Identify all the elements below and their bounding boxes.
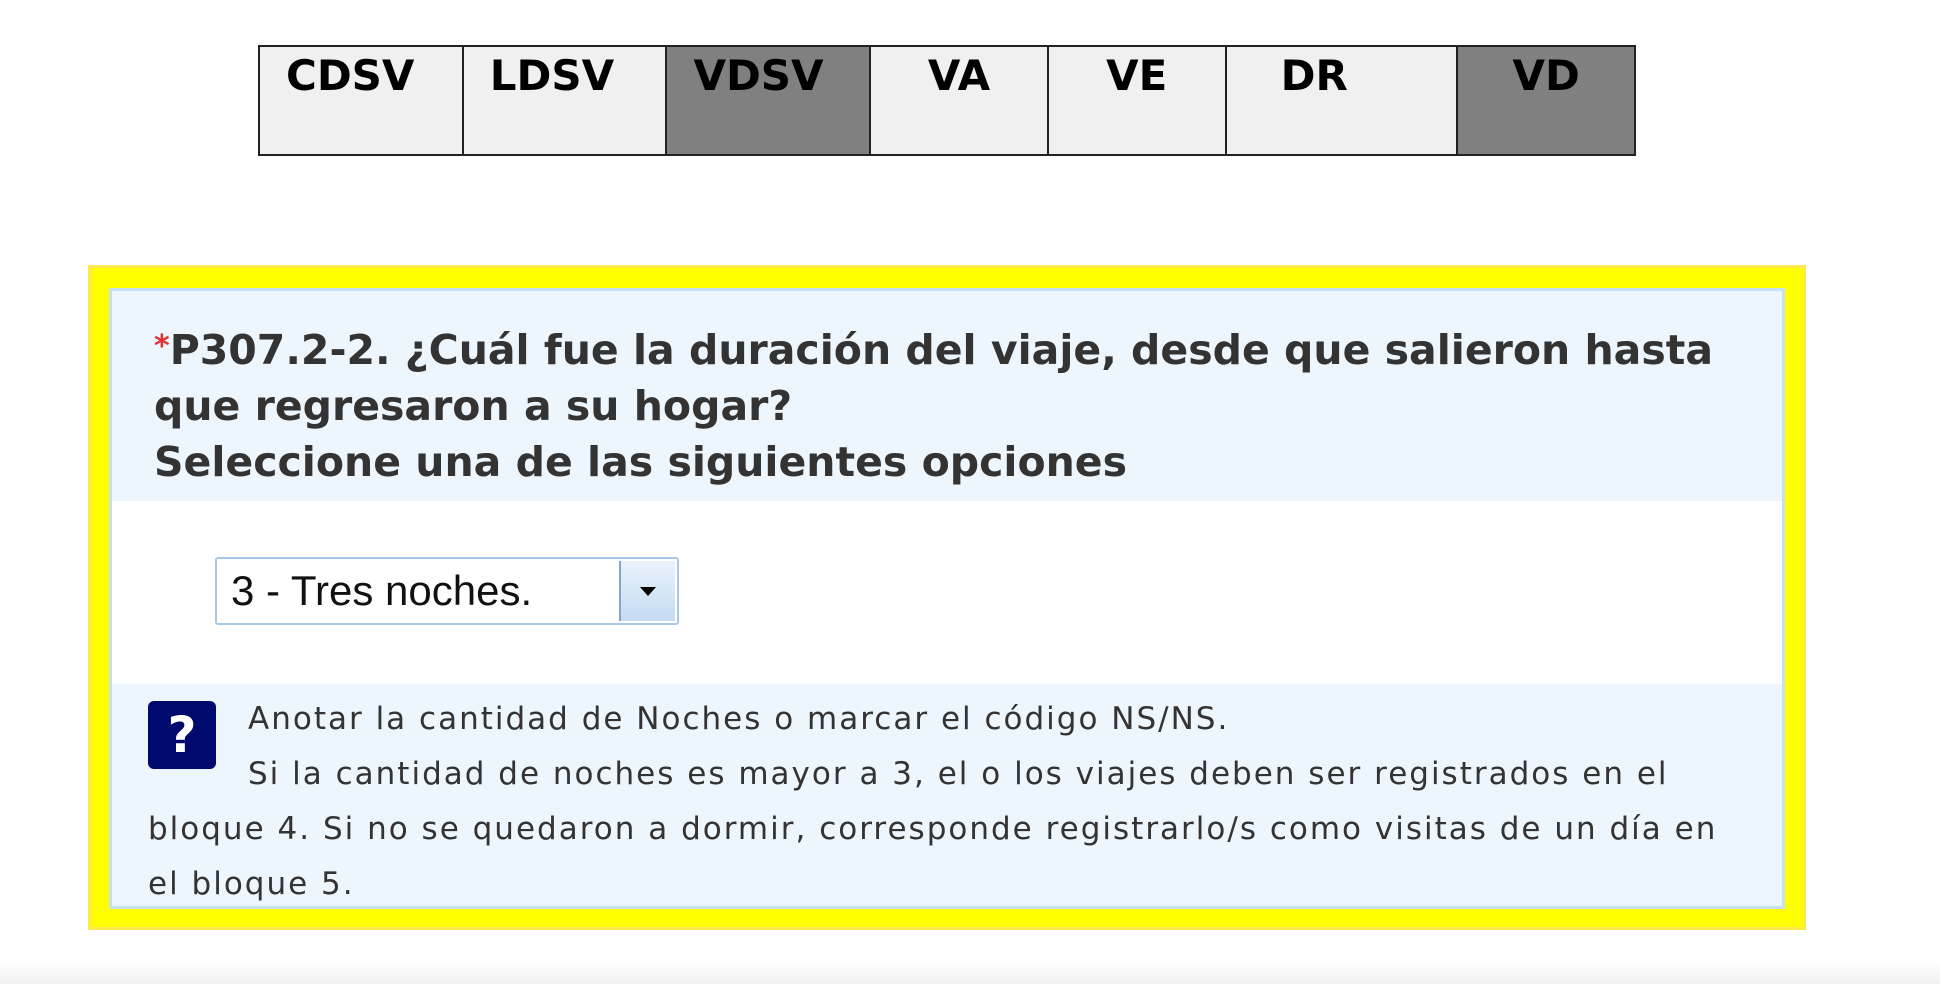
section-nav-table: CDSV LDSV VDSV VA VE DR VD — [258, 45, 1636, 156]
answer-area: 3 - Tres noches. — [112, 501, 1782, 684]
question-header: *P307.2-2. ¿Cuál fue la duración del via… — [112, 291, 1782, 501]
tab-dr[interactable]: DR — [1226, 47, 1459, 154]
help-area: ? Anotar la cantidad de Noches o marcar … — [112, 684, 1782, 906]
question-title: P307.2-2. ¿Cuál fue la duración del viaj… — [154, 326, 1714, 430]
help-text: Anotar la cantidad de Noches o marcar el… — [148, 692, 1748, 912]
question-frame: *P307.2-2. ¿Cuál fue la duración del via… — [88, 265, 1806, 930]
required-marker: * — [154, 329, 170, 364]
tab-ldsv[interactable]: LDSV — [463, 47, 668, 154]
duration-select[interactable]: 3 - Tres noches. — [215, 557, 679, 625]
tab-va[interactable]: VA — [871, 47, 1049, 154]
question-panel: *P307.2-2. ¿Cuál fue la duración del via… — [109, 288, 1785, 909]
help-line-1: Anotar la cantidad de Noches o marcar el… — [248, 701, 1230, 737]
survey-page: CDSV LDSV VDSV VA VE DR VD *P307.2-2. ¿C… — [0, 0, 1940, 984]
tab-vdsv[interactable]: VDSV — [667, 47, 872, 154]
question-text-block: *P307.2-2. ¿Cuál fue la duración del via… — [154, 319, 1734, 490]
chevron-down-icon — [640, 586, 656, 596]
question-instruction: Seleccione una de las siguientes opcione… — [154, 438, 1128, 486]
help-line-2: Si la cantidad de noches es mayor a 3, e… — [148, 756, 1718, 902]
tab-cdsv[interactable]: CDSV — [260, 47, 464, 154]
dropdown-button[interactable] — [619, 561, 675, 621]
page-bottom-divider — [0, 960, 1940, 984]
tab-vd[interactable]: VD — [1458, 47, 1635, 154]
duration-select-value: 3 - Tres noches. — [231, 567, 533, 614]
tab-ve[interactable]: VE — [1048, 47, 1227, 154]
